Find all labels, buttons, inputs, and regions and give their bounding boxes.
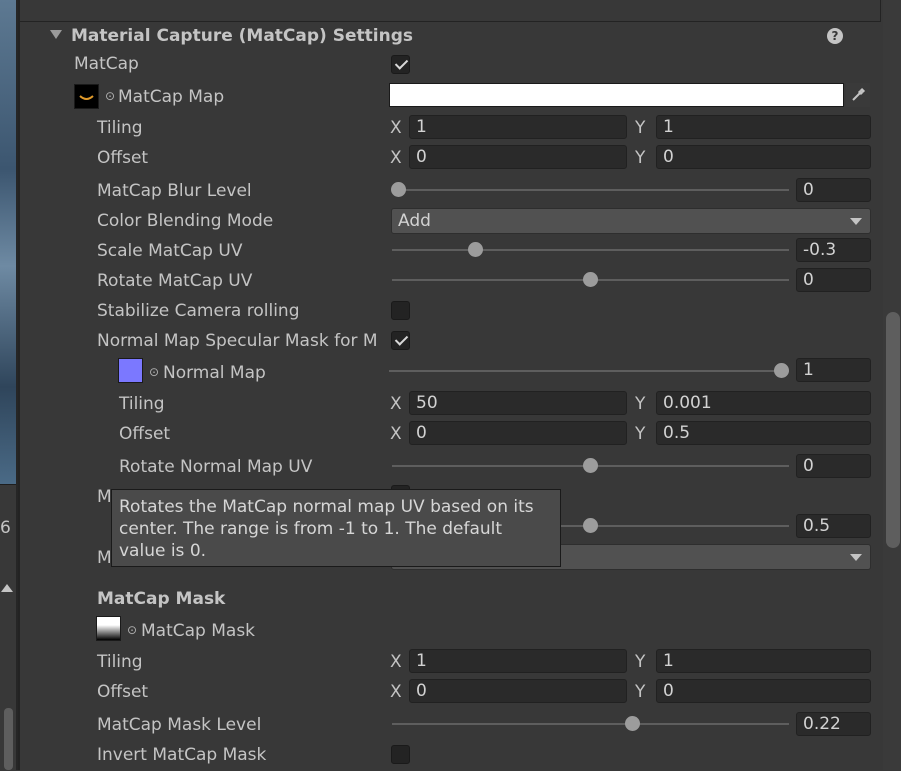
inspector-scrollbar-thumb[interactable] xyxy=(886,312,900,548)
section-title[interactable]: Material Capture (MatCap) Settings xyxy=(71,26,413,46)
mask-tiling-y-label[interactable]: Y xyxy=(635,652,645,672)
tiling-y-label[interactable]: Y xyxy=(635,118,645,138)
tooltip: Rotates the MatCap normal map UV based o… xyxy=(111,489,561,567)
stabilize-label: Stabilize Camera rolling xyxy=(97,301,300,321)
normal-tiling-y-label[interactable]: Y xyxy=(635,394,645,414)
help-icon[interactable]: ? xyxy=(827,28,843,44)
blur-level-slider-knob[interactable] xyxy=(391,182,406,197)
mask-offset-y-label[interactable]: Y xyxy=(635,682,645,702)
mask-offset-y-field[interactable]: 0 xyxy=(656,679,871,703)
blend-mode-value: Add xyxy=(398,211,431,231)
rotate-normal-slider-knob[interactable] xyxy=(583,458,598,473)
mask-section-header: MatCap Mask xyxy=(97,589,226,609)
object-picker-icon[interactable]: ⊙ xyxy=(149,362,159,382)
matcap-map-label: MatCap Map xyxy=(118,87,225,107)
normal-tiling-label: Tiling xyxy=(119,394,165,414)
mask-offset-x-label[interactable]: X xyxy=(390,682,402,702)
scale-uv-slider-track[interactable] xyxy=(392,249,789,251)
left-panel-value: 6 xyxy=(0,518,11,538)
blur-level-label: MatCap Blur Level xyxy=(97,181,252,201)
left-scrollbar-thumb[interactable] xyxy=(4,708,13,770)
scale-uv-field[interactable]: -0.3 xyxy=(796,238,871,262)
hidden-row-slider-knob[interactable] xyxy=(583,518,598,533)
scale-uv-label: Scale MatCap UV xyxy=(97,241,243,261)
tiling-label: Tiling xyxy=(97,118,143,138)
hidden-row-label: M xyxy=(97,487,112,507)
invert-mask-label: Invert MatCap Mask xyxy=(97,745,267,765)
offset-label: Offset xyxy=(97,148,149,168)
stabilize-checkbox[interactable] xyxy=(391,301,410,320)
scene-view-preview xyxy=(0,0,16,484)
normal-map-thumbnail[interactable] xyxy=(118,358,143,383)
mask-offset-label: Offset xyxy=(97,682,149,702)
matcap-preview-icon xyxy=(79,95,94,100)
offset-x-label[interactable]: X xyxy=(390,148,402,168)
normal-offset-x-label[interactable]: X xyxy=(390,424,402,444)
mask-tiling-label: Tiling xyxy=(97,652,143,672)
matcap-checkbox[interactable] xyxy=(391,55,410,74)
matcap-label: MatCap xyxy=(74,54,139,74)
offset-x-field[interactable]: 0 xyxy=(409,145,627,169)
tiling-y-field[interactable]: 1 xyxy=(656,115,871,139)
mask-level-label: MatCap Mask Level xyxy=(97,715,262,735)
offset-y-field[interactable]: 0 xyxy=(656,145,871,169)
mask-tiling-x-label[interactable]: X xyxy=(390,652,402,672)
hidden-row-field[interactable]: 0.5 xyxy=(796,514,871,538)
normal-offset-y-label[interactable]: Y xyxy=(635,424,645,444)
normal-map-slider-track[interactable] xyxy=(389,370,789,372)
normal-map-label: Normal Map xyxy=(163,363,266,383)
tiling-x-field[interactable]: 1 xyxy=(409,115,627,139)
mask-level-field[interactable]: 0.22 xyxy=(796,712,871,736)
foldout-arrow-icon[interactable] xyxy=(50,30,62,39)
normal-map-field[interactable]: 1 xyxy=(796,358,871,382)
object-picker-icon[interactable]: ⊙ xyxy=(105,86,115,106)
matcap-map-thumbnail[interactable] xyxy=(74,84,99,109)
normal-map-slider-knob[interactable] xyxy=(774,363,789,378)
rotate-normal-label: Rotate Normal Map UV xyxy=(119,457,313,477)
tiling-x-label[interactable]: X xyxy=(390,118,402,138)
mask-tiling-x-field[interactable]: 1 xyxy=(409,649,627,673)
blend-mode-label: Color Blending Mode xyxy=(97,211,274,231)
mask-tiling-y-field[interactable]: 1 xyxy=(656,649,871,673)
rotate-uv-slider-knob[interactable] xyxy=(583,272,598,287)
normal-offset-x-field[interactable]: 0 xyxy=(409,421,627,445)
blend-mode-dropdown[interactable]: Add xyxy=(391,208,871,234)
chevron-down-icon xyxy=(850,554,862,561)
eyedropper-button[interactable] xyxy=(846,83,870,107)
normal-spec-label: Normal Map Specular Mask for M xyxy=(97,331,378,351)
normal-tiling-y-field[interactable]: 0.001 xyxy=(656,391,871,415)
matcap-mask-thumbnail[interactable] xyxy=(96,616,121,641)
header-divider xyxy=(20,21,881,22)
normal-spec-checkbox[interactable] xyxy=(391,331,410,350)
object-picker-icon[interactable]: ⊙ xyxy=(127,620,137,640)
rotate-normal-field[interactable]: 0 xyxy=(796,454,871,478)
invert-mask-checkbox[interactable] xyxy=(391,745,410,764)
mask-level-slider-knob[interactable] xyxy=(625,716,640,731)
rotate-uv-field[interactable]: 0 xyxy=(796,268,871,292)
normal-offset-y-field[interactable]: 0.5 xyxy=(656,421,871,445)
scroll-up-arrow-icon[interactable] xyxy=(1,584,13,592)
panel-divider xyxy=(18,0,20,770)
scale-uv-slider-knob[interactable] xyxy=(468,242,483,257)
normal-tiling-x-field[interactable]: 50 xyxy=(409,391,627,415)
matcap-mask-label: MatCap Mask xyxy=(141,621,256,641)
mask-level-slider-track[interactable] xyxy=(392,723,789,725)
blur-level-field[interactable]: 0 xyxy=(796,178,871,202)
mask-offset-x-field[interactable]: 0 xyxy=(409,679,627,703)
header-separator xyxy=(880,0,881,22)
chevron-down-icon xyxy=(850,218,862,225)
hidden-row2-label: M xyxy=(97,548,112,568)
blur-level-slider-track[interactable] xyxy=(392,189,789,191)
normal-offset-label: Offset xyxy=(119,424,171,444)
eyedropper-icon xyxy=(852,87,866,101)
offset-y-label[interactable]: Y xyxy=(635,148,645,168)
normal-tiling-x-label[interactable]: X xyxy=(390,394,402,414)
rotate-uv-label: Rotate MatCap UV xyxy=(97,271,253,291)
matcap-color-field[interactable] xyxy=(389,83,844,107)
